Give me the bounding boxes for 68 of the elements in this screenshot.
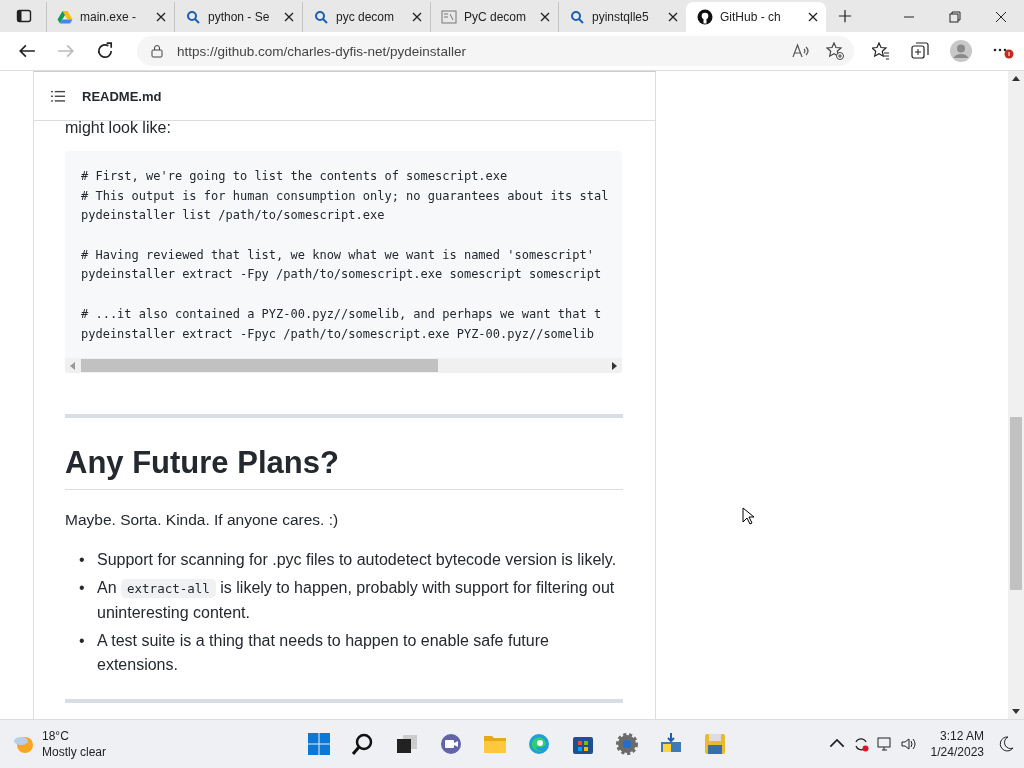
close-icon[interactable] <box>995 11 1007 23</box>
browser-tab[interactable]: PyC decom <box>430 2 558 32</box>
section-heading: Any Future Plans? <box>65 445 623 491</box>
read-aloud-icon[interactable] <box>792 42 810 60</box>
start-icon[interactable] <box>307 732 332 756</box>
code-line: pydeinstaller list /path/to/somescript.exe <box>81 208 385 223</box>
lock-icon <box>151 44 163 58</box>
browser-tab[interactable]: GitHub - ch <box>686 2 826 32</box>
edge-browser-icon[interactable] <box>527 732 552 756</box>
close-icon[interactable] <box>284 12 294 22</box>
close-icon[interactable] <box>808 12 818 22</box>
scroll-right-icon[interactable] <box>611 361 617 370</box>
bullet-marker: • <box>79 631 86 652</box>
code-line: pydeinstaller extract -Fpy /path/to/somescript.exe somescript somescript <box>81 267 602 282</box>
weather-condition: Mostly clear <box>42 744 106 760</box>
drive-icon <box>57 9 73 25</box>
network-icon[interactable] <box>876 736 893 752</box>
clock-date[interactable]: 1/24/2023 <box>930 744 984 760</box>
list-item: Support for scanning for .pyc files to autodetect bytecode version is likely. <box>97 550 618 571</box>
search-icon <box>313 9 329 25</box>
close-icon[interactable] <box>668 12 678 22</box>
bullet-marker: • <box>79 550 86 571</box>
search-icon <box>569 9 585 25</box>
code-line: # This output is for human consumption only; no guarantees about its stal <box>81 188 609 203</box>
outline-list-icon[interactable] <box>51 89 66 103</box>
mouse-cursor-icon <box>742 507 754 525</box>
browser-tab[interactable]: main.exe - <box>46 2 174 32</box>
volume-icon[interactable] <box>900 736 917 752</box>
scrollbar-thumb[interactable] <box>1010 417 1022 590</box>
paragraph: might look like: <box>65 118 172 138</box>
bullet-marker: • <box>79 578 86 599</box>
browser-tab[interactable]: pyc decom <box>302 2 430 32</box>
chat-icon[interactable] <box>439 732 464 756</box>
code-line: # Having reviewed that list, we know what we want is named 'somescript' <box>81 247 594 262</box>
readme-title: README.md <box>82 88 162 104</box>
search-icon <box>185 9 201 25</box>
collections-icon[interactable] <box>911 42 929 60</box>
github-icon <box>697 9 713 25</box>
add-favorite-icon[interactable] <box>826 42 844 60</box>
paragraph: Maybe. Sorta. Kinda. If anyone cares. :) <box>65 510 340 531</box>
close-icon[interactable] <box>156 12 166 22</box>
moon-icon[interactable] <box>998 736 1014 752</box>
profile-avatar-icon[interactable] <box>950 40 972 62</box>
settings-icon[interactable] <box>615 732 640 756</box>
restore-icon[interactable] <box>949 11 961 23</box>
scroll-up-icon[interactable] <box>1012 76 1020 82</box>
code-line: # ...it also contained a PYZ-00.pyz//somelib, and perhaps we want that t <box>81 306 602 321</box>
refresh-icon[interactable] <box>96 42 114 60</box>
code-line: pydeinstaller extract -Fpyc /path/to/somescript.exe PYZ-00.pyz//somelib <box>81 326 594 341</box>
scroll-down-icon[interactable] <box>1012 708 1020 714</box>
close-icon[interactable] <box>412 12 422 22</box>
code-line: # First, we're going to list the contents of somescript.exe <box>81 169 508 183</box>
browser-tab[interactable]: python - Se <box>174 2 302 32</box>
vertical-scrollbar[interactable] <box>1008 71 1024 719</box>
horizontal-scrollbar[interactable] <box>65 358 622 374</box>
new-tab-icon[interactable] <box>838 9 852 23</box>
task-view-icon[interactable] <box>395 732 420 756</box>
address-field[interactable]: https://github.com/charles-dyfis-net/pydeinstaller <box>137 36 854 66</box>
temperature: 18°C <box>42 728 70 744</box>
list-item: A test suite is a thing that needs to happen to enable safe future extensions. <box>97 631 550 676</box>
back-icon[interactable] <box>18 42 36 60</box>
close-icon[interactable] <box>540 12 550 22</box>
document-icon <box>441 9 457 25</box>
list-item: An extract-all is likely to happen, probably with support for filtering out uninteresting content. <box>97 578 616 624</box>
scrollbar-thumb[interactable] <box>81 359 438 373</box>
favorites-icon[interactable] <box>872 42 890 60</box>
clock-time[interactable]: 3:12 AM <box>939 728 984 744</box>
tab-actions-icon[interactable] <box>16 8 32 24</box>
